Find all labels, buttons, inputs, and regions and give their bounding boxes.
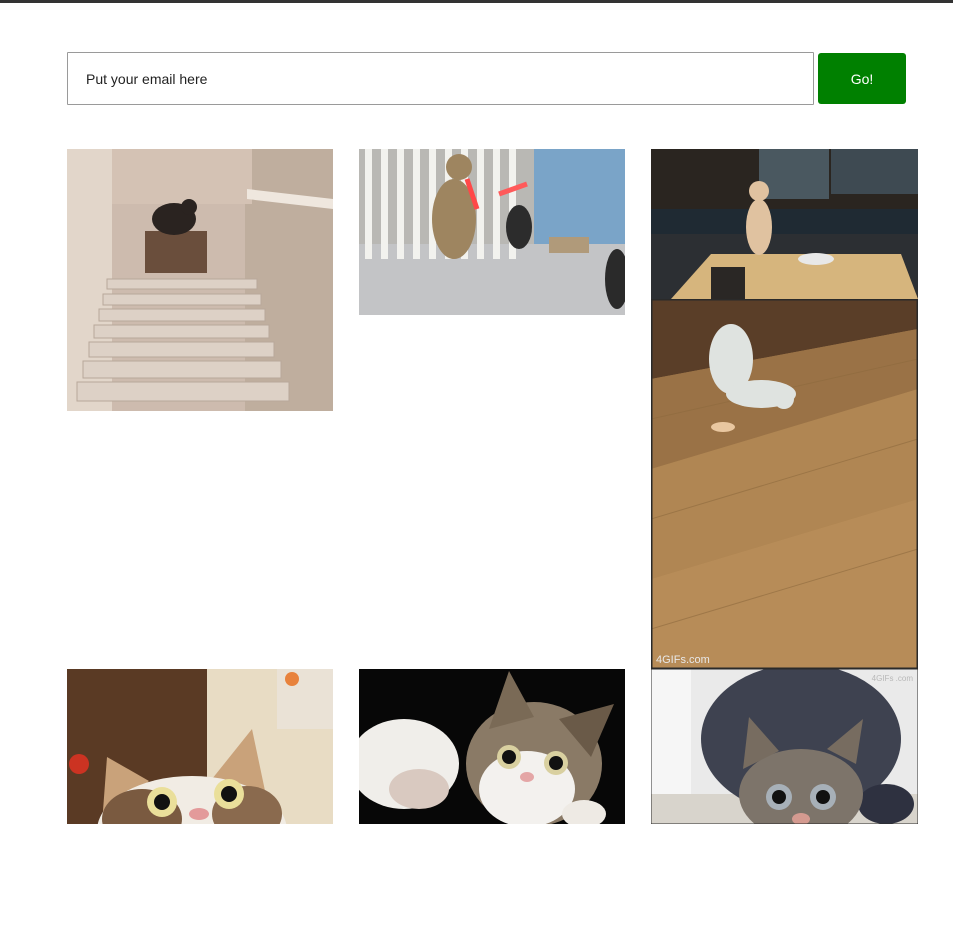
kitten-pawing-gif-image bbox=[359, 669, 625, 824]
gallery-tile-kitten-surprised[interactable] bbox=[67, 669, 333, 824]
top-bar bbox=[0, 0, 953, 3]
cat-chasing-laser-gif-image: 4GIFs.com bbox=[651, 299, 918, 669]
gallery-tile-kitten-pawing[interactable] bbox=[359, 669, 625, 824]
tabby-cat-crouching-gif-image: 4GIFs .com bbox=[651, 669, 918, 824]
watermark-4gifs: 4GIFs.com bbox=[656, 654, 710, 666]
watermark-4gifs: 4GIFs .com bbox=[872, 674, 914, 683]
gallery-tile-cat-stairs[interactable] bbox=[67, 149, 333, 411]
gallery-tile-cat-chasing-laser[interactable]: 4GIFs.com bbox=[651, 299, 918, 669]
go-button[interactable]: Go! bbox=[818, 53, 906, 104]
cats-lightsaber-gif-image bbox=[359, 149, 625, 315]
cat-stairs-gif-image bbox=[67, 149, 333, 411]
cat-on-table-gif-image bbox=[651, 149, 918, 299]
gallery-tile-cats-lightsaber[interactable] bbox=[359, 149, 625, 315]
email-input[interactable] bbox=[67, 52, 814, 105]
gallery-tile-cat-on-table[interactable] bbox=[651, 149, 918, 299]
gallery-tile-tabby-crouching[interactable]: 4GIFs .com bbox=[651, 669, 918, 824]
kitten-surprised-gif-image bbox=[67, 669, 333, 824]
